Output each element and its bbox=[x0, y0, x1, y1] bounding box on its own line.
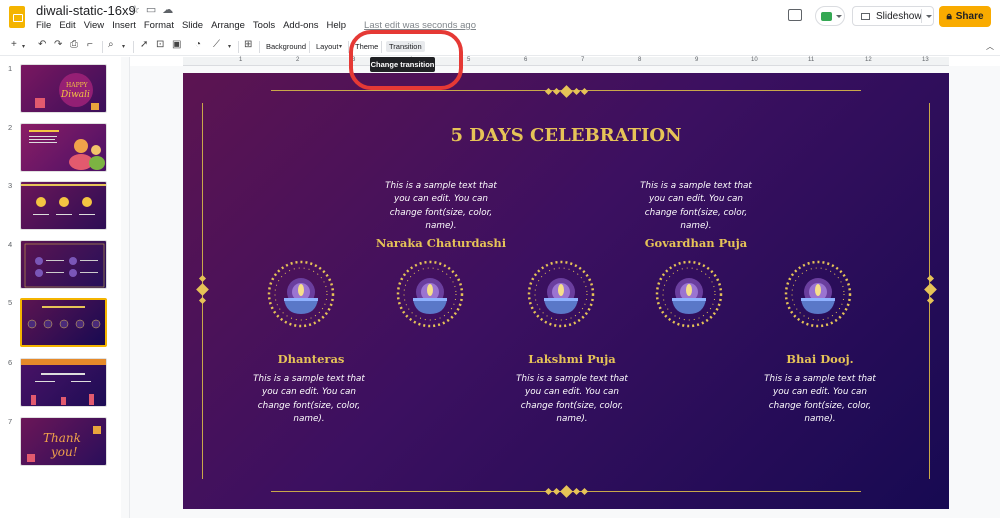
slide-thumbnail-4[interactable] bbox=[20, 240, 107, 289]
slide-thumbnail-2[interactable] bbox=[20, 123, 107, 172]
slide-number: 4 bbox=[8, 240, 13, 249]
new-slide-plus-icon[interactable]: + bbox=[11, 39, 17, 50]
cloud-saved-icon[interactable]: ☁ bbox=[162, 4, 179, 16]
day-name-naraka-chaturdashi[interactable]: Naraka Chaturdashi bbox=[366, 236, 516, 250]
day-name-govardhan-puja[interactable]: Govardhan Puja bbox=[621, 236, 771, 250]
background-button[interactable]: Background bbox=[266, 42, 306, 51]
menu-format[interactable]: Format bbox=[144, 20, 174, 31]
menu-insert[interactable]: Insert bbox=[112, 20, 136, 31]
highlight-annotation bbox=[349, 30, 463, 90]
slide-title[interactable]: 5 DAYS CELEBRATION bbox=[183, 125, 949, 146]
document-title[interactable]: diwali-static-16x9 bbox=[36, 3, 136, 18]
slide-number: 3 bbox=[8, 181, 13, 190]
svg-text:HAPPY: HAPPY bbox=[66, 82, 89, 89]
line-chevron-down-icon[interactable]: ▾ bbox=[228, 43, 231, 50]
menu-help[interactable]: Help bbox=[326, 20, 346, 31]
horizontal-ruler[interactable]: 1 2 3 4 5 6 7 8 9 10 11 12 13 bbox=[183, 57, 949, 66]
bottom-diamond-ornament bbox=[530, 485, 602, 498]
menu-edit[interactable]: Edit bbox=[59, 20, 75, 31]
slideshow-options-chevron-down-icon[interactable] bbox=[926, 15, 932, 18]
vertical-ruler[interactable] bbox=[121, 57, 130, 518]
slide-thumbnail-3[interactable] bbox=[20, 181, 107, 230]
menu-view[interactable]: View bbox=[84, 20, 104, 31]
toolbar: + ▾ ↶ ↷ ⎙ ⌐ ⌕ ▾ ➚ ⊡ ▣ ◔ ⟋ ▾ ⊞ Background… bbox=[0, 38, 1000, 56]
thumb-3-art bbox=[21, 184, 106, 215]
menu-addons[interactable]: Add-ons bbox=[283, 20, 318, 31]
thumb-2-art bbox=[29, 130, 105, 170]
slide-number: 2 bbox=[8, 123, 13, 132]
diya-lamp-icon bbox=[267, 260, 335, 328]
comment-history-icon[interactable] bbox=[788, 9, 802, 21]
undo-icon[interactable]: ↶ bbox=[38, 39, 46, 50]
line-icon[interactable]: ⟋ bbox=[213, 39, 220, 50]
thumb-6-art bbox=[21, 359, 106, 405]
day-name-lakshmi-puja[interactable]: Lakshmi Puja bbox=[497, 352, 647, 366]
layout-button[interactable]: Layout bbox=[316, 42, 339, 51]
slide-number: 7 bbox=[8, 417, 13, 426]
menu-file[interactable]: File bbox=[36, 20, 51, 31]
svg-text:Thank: Thank bbox=[43, 431, 81, 445]
top-diamond-ornament bbox=[530, 85, 602, 98]
svg-text:you!: you! bbox=[50, 445, 78, 459]
title-actions: ☆▭☁ bbox=[130, 3, 179, 16]
thumb-7-art: Thank you! bbox=[27, 426, 101, 462]
move-folder-icon[interactable]: ▭ bbox=[146, 4, 162, 16]
diya-lamp-icon bbox=[784, 260, 852, 328]
slide-thumbnail-5[interactable] bbox=[20, 298, 107, 347]
lock-icon: 🔒︎ bbox=[946, 11, 952, 22]
print-icon[interactable]: ⎙ bbox=[70, 39, 78, 50]
share-label: Share bbox=[955, 11, 984, 22]
sample-text-naraka[interactable]: This is a sample text that you can edit.… bbox=[381, 180, 501, 233]
image-icon[interactable]: ▣ bbox=[172, 39, 181, 50]
slide-number: 1 bbox=[8, 64, 13, 73]
slideshow-label: Slideshow bbox=[876, 10, 922, 22]
shape-icon[interactable]: ◔ bbox=[195, 39, 201, 50]
share-button[interactable]: 🔒︎ Share bbox=[939, 6, 991, 27]
sample-text-govardhan[interactable]: This is a sample text that you can edit.… bbox=[636, 180, 756, 233]
current-slide[interactable]: 5 DAYS CELEBRATION This is a sample text… bbox=[183, 73, 949, 509]
meet-button[interactable] bbox=[815, 6, 845, 26]
thumb-5-art bbox=[27, 306, 101, 329]
right-diamond-ornament bbox=[923, 261, 937, 317]
select-cursor-icon[interactable]: ➚ bbox=[140, 39, 148, 50]
left-diamond-ornament bbox=[195, 261, 209, 317]
layout-chevron-down-icon[interactable]: ▾ bbox=[339, 43, 342, 50]
menu-tools[interactable]: Tools bbox=[253, 20, 275, 31]
new-slide-chevron-down-icon[interactable]: ▾ bbox=[22, 43, 25, 50]
redo-icon[interactable]: ↷ bbox=[54, 39, 62, 50]
collapse-toolbar-chevron-up-icon[interactable]: ︿ bbox=[986, 41, 994, 52]
day-name-bhai-dooj[interactable]: Bhai Dooj. bbox=[745, 352, 895, 366]
sample-text-dhanteras[interactable]: This is a sample text that you can edit.… bbox=[249, 373, 369, 426]
star-icon[interactable]: ☆ bbox=[130, 4, 146, 16]
diya-lamp-icon bbox=[527, 260, 595, 328]
svg-text:Diwali: Diwali bbox=[60, 90, 90, 100]
thumb-4-art bbox=[24, 243, 105, 288]
slide-number: 6 bbox=[8, 358, 13, 367]
slide-number: 5 bbox=[8, 298, 13, 307]
slide-filmstrip: 1 HAPPY Diwali 2 3 4 5 6 7 Thank you! bbox=[0, 57, 121, 518]
slideshow-button[interactable]: Slideshow bbox=[852, 6, 934, 26]
paint-format-icon[interactable]: ⌐ bbox=[87, 39, 93, 50]
slides-logo-icon[interactable] bbox=[9, 6, 25, 28]
menu-slide[interactable]: Slide bbox=[182, 20, 203, 31]
sample-text-lakshmi[interactable]: This is a sample text that you can edit.… bbox=[512, 373, 632, 426]
day-name-dhanteras[interactable]: Dhanteras bbox=[236, 352, 386, 366]
slideshow-icon bbox=[861, 12, 870, 20]
thumb-1-art: HAPPY Diwali bbox=[35, 73, 99, 110]
insert-comment-icon[interactable]: ⊞ bbox=[244, 39, 252, 50]
diya-lamp-icon bbox=[655, 260, 723, 328]
slide-thumbnail-1[interactable]: HAPPY Diwali bbox=[20, 64, 107, 113]
slide-thumbnail-6[interactable] bbox=[20, 358, 107, 407]
sample-text-bhai-dooj[interactable]: This is a sample text that you can edit.… bbox=[760, 373, 880, 426]
zoom-chevron-down-icon[interactable]: ▾ bbox=[122, 43, 125, 50]
app-header: diwali-static-16x9 ☆▭☁ File Edit View In… bbox=[0, 0, 1000, 37]
slide-thumbnail-7[interactable]: Thank you! bbox=[20, 417, 107, 466]
zoom-icon[interactable]: ⌕ bbox=[108, 39, 114, 50]
menu-arrange[interactable]: Arrange bbox=[211, 20, 245, 31]
diya-lamp-icon bbox=[396, 260, 464, 328]
text-box-icon[interactable]: ⊡ bbox=[156, 39, 164, 50]
